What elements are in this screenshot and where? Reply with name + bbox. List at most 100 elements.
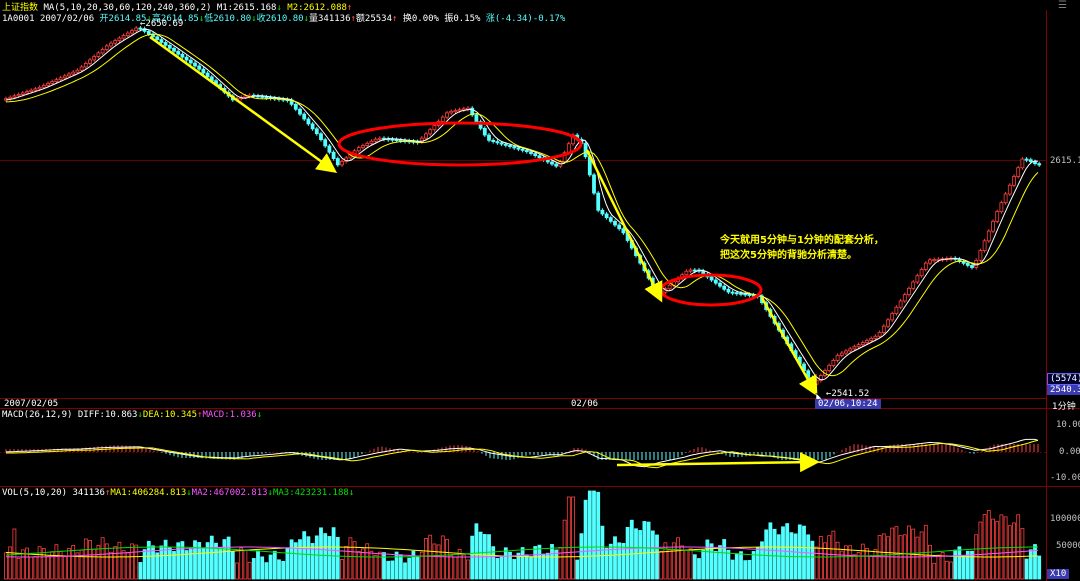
volume-bar xyxy=(907,525,911,580)
volume-bar xyxy=(575,559,580,580)
volume-bar xyxy=(873,549,878,580)
volume-bar xyxy=(348,537,353,580)
index-code: 1A0001 xyxy=(2,14,35,24)
trend-arrow-1 xyxy=(149,35,338,173)
volume-bar xyxy=(474,523,479,580)
volume-bar xyxy=(247,561,252,580)
candle xyxy=(1033,161,1037,165)
volume-bar xyxy=(155,552,160,580)
candle xyxy=(1007,184,1012,195)
volume-bar xyxy=(566,496,571,580)
volume-bar xyxy=(109,551,113,580)
low-value: 低2610.80 xyxy=(204,14,252,24)
volume-bar xyxy=(113,546,118,580)
candle xyxy=(474,114,479,122)
volume-bar xyxy=(323,533,328,580)
volume-bar xyxy=(949,561,953,580)
volume-bar xyxy=(260,556,265,580)
volume-value: 量341136 xyxy=(308,14,351,24)
candle xyxy=(512,146,517,149)
candle xyxy=(155,36,160,40)
volume-bar xyxy=(676,537,680,580)
volume-bar xyxy=(1012,522,1016,580)
candle xyxy=(613,220,617,226)
peak-price-label: ←2650.69 xyxy=(140,19,184,29)
volume-bar xyxy=(25,547,29,580)
candle xyxy=(839,352,844,356)
window-menu-icon[interactable]: ☰ xyxy=(1058,0,1067,11)
volume-bar xyxy=(365,543,370,580)
macd-label[interactable]: MACD(26,12,9) xyxy=(2,410,72,420)
volume-bar xyxy=(818,536,823,580)
candle xyxy=(545,159,550,163)
volume-bar xyxy=(554,549,559,580)
candle xyxy=(873,335,878,339)
volume-bar xyxy=(243,549,248,580)
vol-label[interactable]: VOL(5,10,20) xyxy=(2,488,67,498)
volume-bar xyxy=(986,510,991,580)
volume-bar xyxy=(558,547,563,580)
candle xyxy=(970,265,974,268)
volume-bar xyxy=(625,526,630,580)
macd-axis-top: 10.00 xyxy=(1056,420,1080,430)
candle xyxy=(12,95,17,98)
volume-bar xyxy=(440,535,445,580)
volume-bar xyxy=(478,531,483,580)
candle xyxy=(739,292,743,295)
candle xyxy=(877,332,882,337)
volume-bar xyxy=(79,549,84,580)
candle xyxy=(692,269,697,272)
volume-bar xyxy=(29,556,34,580)
candle xyxy=(163,42,168,46)
arrow-down-icon: ↓ xyxy=(348,488,355,498)
volume-bar xyxy=(54,544,59,580)
volume-bar xyxy=(466,559,470,580)
candle xyxy=(520,148,525,151)
volume-bar xyxy=(319,527,323,580)
volume-bar xyxy=(449,555,454,580)
candle xyxy=(852,346,857,350)
volume-bar xyxy=(340,559,344,580)
candle xyxy=(508,144,512,148)
volume-bar xyxy=(768,522,773,580)
candle xyxy=(524,150,529,153)
volume-bar xyxy=(529,556,533,580)
candle xyxy=(377,137,382,140)
volume-bar xyxy=(814,546,819,580)
volume-bar xyxy=(953,549,958,580)
candle xyxy=(319,133,323,141)
volume-bar xyxy=(193,540,197,580)
candle xyxy=(835,354,840,361)
period-label[interactable]: 1分钟 xyxy=(1052,399,1076,412)
trend-arrow-3 xyxy=(760,297,818,397)
volume-bar xyxy=(67,548,71,580)
candle xyxy=(923,262,928,270)
candle xyxy=(713,279,718,284)
candle xyxy=(730,291,735,294)
candle xyxy=(67,73,71,77)
close-value: 收2610.80 xyxy=(256,14,304,24)
trough-price-label: ←2541.52 xyxy=(826,389,870,399)
candle xyxy=(340,161,344,166)
annotation-line-1: 今天就用5分钟与1分钟的配套分析， xyxy=(720,235,884,246)
volume-bar xyxy=(432,543,437,580)
volume-bar xyxy=(919,531,924,580)
volume-bar xyxy=(8,546,13,580)
candle xyxy=(986,230,991,242)
volume-bar xyxy=(222,539,227,580)
volume-bar xyxy=(239,547,244,580)
bar-date: 2007/02/06 xyxy=(39,14,95,24)
volume-bar xyxy=(659,550,664,580)
annotation-text: 今天就用5分钟与1分钟的配套分析， 把这次5分钟的背驰分析清楚。 xyxy=(720,233,884,263)
candle xyxy=(302,113,307,120)
volume-bar xyxy=(121,550,126,580)
volume-bar xyxy=(138,562,143,580)
candle xyxy=(453,110,458,113)
candle xyxy=(604,213,609,219)
volume-bar xyxy=(453,556,458,580)
candle xyxy=(33,88,38,91)
volume-bar xyxy=(96,544,101,580)
volume-bar xyxy=(734,553,739,580)
volume-bar xyxy=(655,534,659,580)
volume-bar xyxy=(461,554,466,580)
